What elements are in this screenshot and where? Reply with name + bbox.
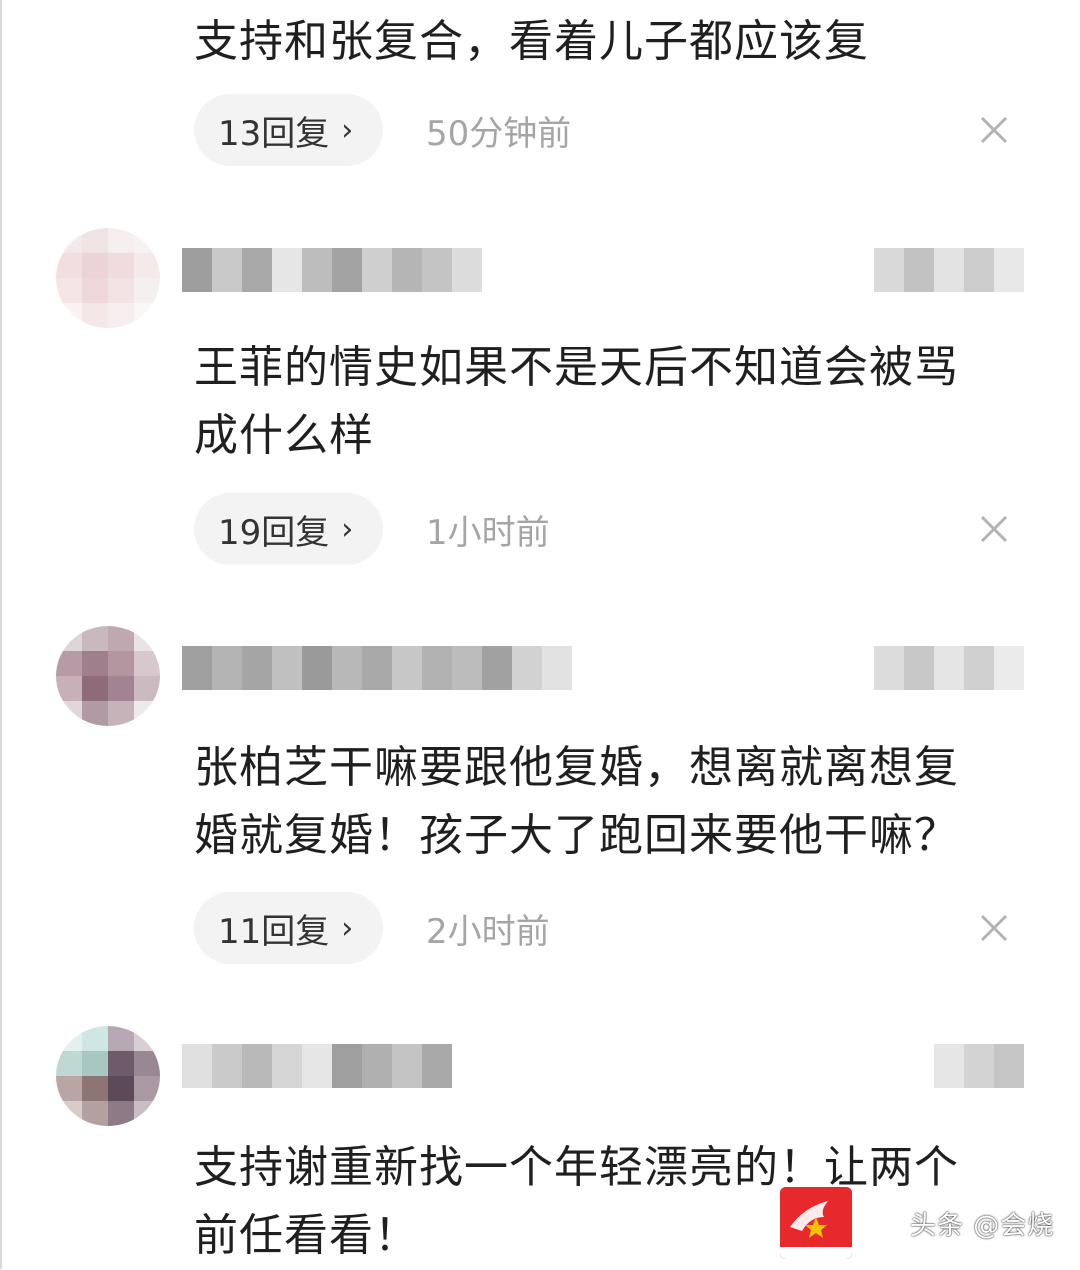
reply-count-button[interactable]: 13回复 › [194,94,384,166]
comment-text: 张柏芝干嘛要跟他复婚，想离就离想复 婚就复婚！孩子大了跑回来要他干嘛？ [194,742,959,861]
meta-blurred [874,242,1024,298]
meta-blurred [874,640,1024,696]
comment-text: 支持和张复合，看着儿子都应该复 [194,16,869,67]
comment-item: 王菲的情史如果不是天后不知道会被骂 成什么样 19回复 › 1小时前 [0,220,1080,580]
reply-count-button[interactable]: 11回复 › [194,892,384,964]
chevron-right-icon: › [341,511,354,547]
avatar[interactable] [56,228,160,328]
username-blurred[interactable] [182,242,482,298]
comment-item: 张柏芝干嘛要跟他复婚，想离就离想复 婚就复婚！孩子大了跑回来要他干嘛？ 11回复… [0,620,1080,980]
toutiao-logo-icon [780,1187,852,1259]
reply-count-label: 19回复 [218,512,330,553]
comment-actions: 13回复 › 50分钟前 [194,94,1024,166]
reply-count-button[interactable]: 19回复 › [194,493,384,565]
comment-time: 2小时前 [426,911,550,952]
chevron-right-icon: › [341,112,354,148]
avatar[interactable] [56,626,160,726]
watermark-text: 头条 @会烧 [910,1210,1055,1241]
comment-item: 支持和张复合，看着儿子都应该复 13回复 › 50分钟前 [0,0,1080,180]
meta-blurred [934,1038,1024,1094]
close-icon[interactable] [974,94,1014,166]
comment-time: 50分钟前 [426,113,572,154]
reply-count-label: 11回复 [218,911,330,952]
watermark: 头条 @会烧 [780,1187,1055,1259]
username-blurred[interactable] [182,1038,452,1094]
close-icon[interactable] [974,892,1014,964]
comment-text: 王菲的情史如果不是天后不知道会被骂 成什么样 [194,342,959,461]
username-blurred[interactable] [182,640,572,696]
avatar[interactable] [56,1026,160,1126]
comment-actions: 11回复 › 2小时前 [194,892,1024,964]
reply-count-label: 13回复 [218,113,330,154]
comment-actions: 19回复 › 1小时前 [194,493,1024,565]
comment-time: 1小时前 [426,512,550,553]
chevron-right-icon: › [341,910,354,946]
close-icon[interactable] [974,493,1014,565]
